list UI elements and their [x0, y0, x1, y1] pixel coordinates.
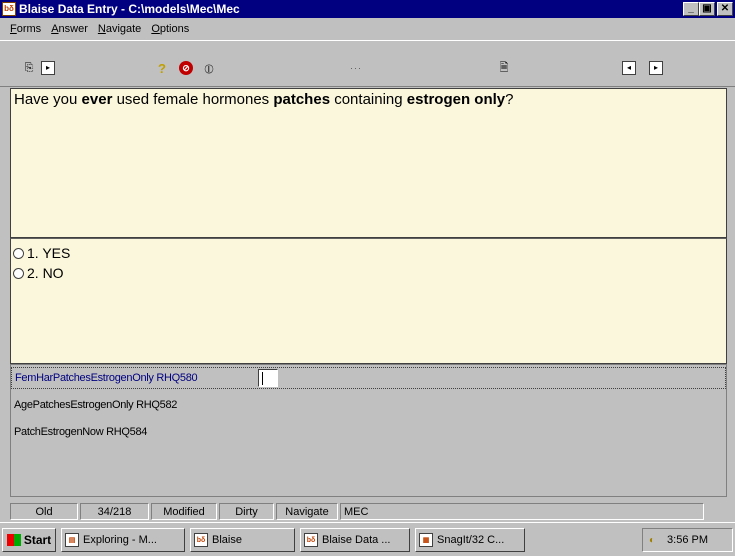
field-label: FemHarPatchesEstrogenOnly RHQ580 [15, 372, 198, 384]
windows-flag-icon [6, 533, 21, 546]
menu-bar: Forms Answer Navigate Options [0, 19, 735, 39]
separator-dots: ··· [350, 62, 362, 73]
status-state: Old [10, 503, 78, 520]
task-exploring[interactable]: ▤ Exploring - M... [61, 528, 185, 552]
paperclip-icon[interactable]: ⦶ [202, 61, 216, 75]
system-tray: ◐ 3:56 PM [642, 528, 733, 552]
task-label: SnagIt/32 C... [437, 534, 505, 546]
blaise-app-icon[interactable]: bδ [2, 2, 16, 16]
answer-panel: 1. YES 2. NO [10, 238, 727, 364]
status-modified: Modified [151, 503, 217, 520]
start-button[interactable]: Start [2, 527, 56, 552]
start-label: Start [23, 532, 52, 547]
field-label: AgePatchesEstrogenOnly RHQ582 [14, 398, 178, 411]
stop-icon[interactable]: ⊘ [179, 61, 193, 75]
task-blaise[interactable]: bδ Blaise [190, 528, 295, 552]
task-label: Exploring - M... [83, 534, 157, 546]
radio-button[interactable] [13, 247, 24, 259]
window-title: Blaise Data Entry - C:\models\Mec\Mec [19, 2, 240, 16]
toolbar: ⎘ ▸ ? ⊘ ⦶ ··· 🗎 ◂ ▸ [0, 40, 735, 87]
field-row-rhq582[interactable]: AgePatchesEstrogenOnly RHQ582 [11, 391, 726, 418]
field-list: FemHarPatchesEstrogenOnly RHQ580 AgePatc… [10, 364, 727, 497]
close-button[interactable]: ✕ [717, 2, 733, 16]
menu-options[interactable]: Options [151, 23, 189, 35]
field-row-rhq580[interactable]: FemHarPatchesEstrogenOnly RHQ580 [11, 367, 726, 389]
help-icon[interactable]: ? [155, 61, 169, 75]
next-form-icon[interactable]: ▸ [649, 61, 663, 75]
menu-forms[interactable]: Forms [10, 23, 41, 35]
task-label: Blaise Data ... [322, 534, 391, 546]
preview-icon[interactable]: 🗎 [497, 61, 511, 75]
answer-label: 2. NO [27, 265, 64, 281]
previous-form-icon[interactable]: ◂ [622, 61, 636, 75]
window-controls: _ ▣ ✕ [683, 2, 733, 16]
clock: 3:56 PM [667, 534, 709, 546]
question-text: Have you ever used female hormones patch… [14, 91, 514, 108]
minimize-button[interactable]: _ [683, 2, 699, 16]
folder-icon: ▤ [65, 533, 79, 547]
answer-option-yes[interactable]: 1. YES [11, 243, 726, 263]
task-label: Blaise [212, 534, 242, 546]
radio-button[interactable] [13, 267, 24, 279]
status-form: MEC [340, 503, 704, 520]
status-mode: Navigate [276, 503, 338, 520]
task-blaise-data-entry[interactable]: bδ Blaise Data ... [300, 528, 410, 552]
taskbar: Start ▤ Exploring - M... bδ Blaise bδ Bl… [0, 522, 735, 556]
blaise-icon: bδ [304, 533, 318, 547]
status-dirty: Dirty [219, 503, 274, 520]
question-panel: Have you ever used female hormones patch… [10, 88, 727, 238]
menu-navigate[interactable]: Navigate [98, 23, 141, 35]
status-position: 34/218 [80, 503, 149, 520]
menu-answer[interactable]: Answer [51, 23, 88, 35]
form-icon[interactable]: ▸ [41, 61, 55, 75]
answer-label: 1. YES [27, 245, 71, 261]
field-input[interactable] [258, 369, 278, 387]
snagit-icon: ▦ [419, 533, 433, 547]
answer-option-no[interactable]: 2. NO [11, 263, 726, 283]
title-bar: bδ Blaise Data Entry - C:\models\Mec\Mec… [0, 0, 735, 18]
status-bar: Old 34/218 Modified Dirty Navigate MEC [10, 503, 727, 520]
field-row-rhq584[interactable]: PatchEstrogenNow RHQ584 [11, 418, 726, 445]
field-label: PatchEstrogenNow RHQ584 [14, 425, 148, 438]
copy-icon[interactable]: ⎘ [22, 61, 36, 75]
blaise-icon: bδ [194, 533, 208, 547]
maximize-button[interactable]: ▣ [699, 2, 715, 16]
tray-status-icon[interactable]: ◐ [649, 535, 655, 546]
task-snagit[interactable]: ▦ SnagIt/32 C... [415, 528, 525, 552]
